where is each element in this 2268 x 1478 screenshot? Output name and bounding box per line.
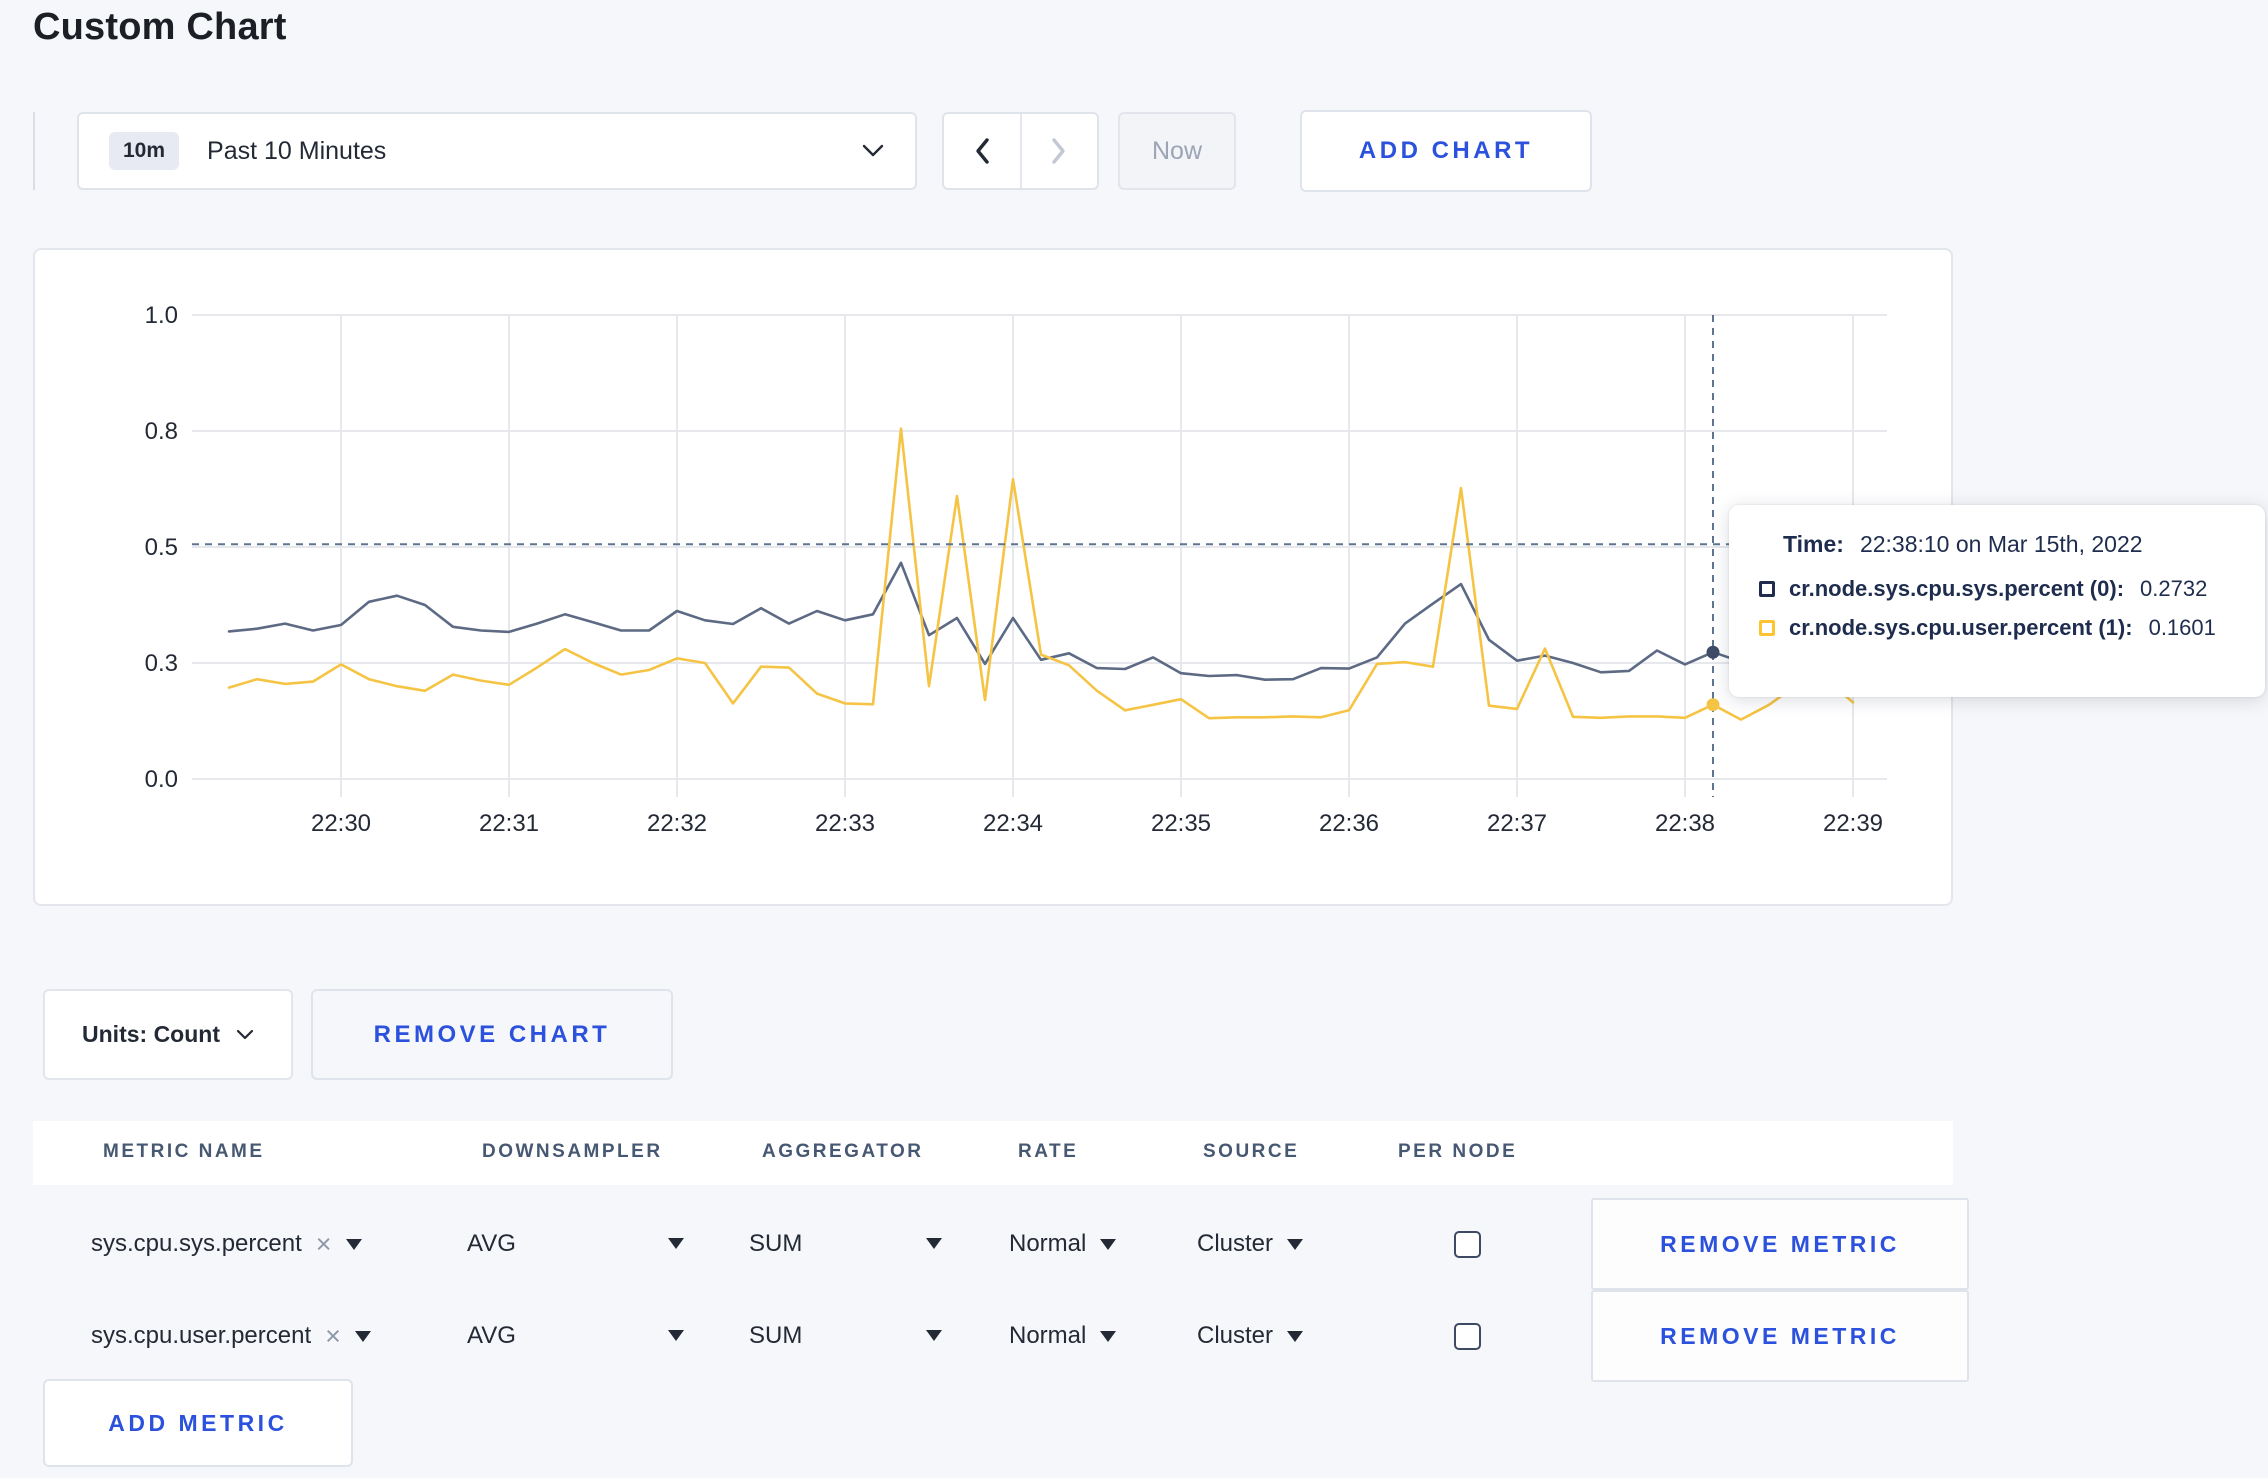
x-axis-tick-label: 22:32 xyxy=(647,810,707,837)
tooltip-series-row: cr.node.sys.cpu.user.percent (1): 0.1601 xyxy=(1759,615,2235,641)
rate-value: Normal xyxy=(1009,1230,1087,1257)
metric-row: sys.cpu.sys.percent × AVG SUM Normal Cluster R… xyxy=(33,1198,1969,1290)
tooltip-series-value: 0.2732 xyxy=(2140,576,2208,601)
tooltip-series-name: cr.node.sys.cpu.user.percent (1): xyxy=(1789,615,2133,640)
column-header-source: SOURCE xyxy=(1203,1141,1300,1162)
toolbar-divider xyxy=(33,112,35,190)
series-swatch-icon xyxy=(1759,581,1775,597)
y-axis-tick-label: 0.3 xyxy=(145,650,178,677)
downsampler-select[interactable]: AVG xyxy=(467,1198,516,1290)
next-timespan-button[interactable] xyxy=(1022,114,1098,188)
metric-row: sys.cpu.user.percent × AVG SUM Normal Cluster… xyxy=(33,1290,1969,1382)
downsampler-value: AVG xyxy=(467,1230,516,1257)
hover-point-marker xyxy=(1706,698,1720,712)
y-axis-tick-label: 0.5 xyxy=(145,534,178,561)
dropdown-arrow-icon[interactable] xyxy=(926,1330,942,1341)
remove-metric-button[interactable]: REMOVE METRIC xyxy=(1591,1198,1969,1290)
tooltip-time-row: Time: 22:38:10 on Mar 15th, 2022 xyxy=(1783,531,2235,558)
aggregator-value: SUM xyxy=(749,1230,803,1257)
dropdown-arrow-icon[interactable] xyxy=(1100,1238,1117,1250)
remove-chart-button[interactable]: REMOVE CHART xyxy=(311,989,673,1080)
chart-tooltip: Time: 22:38:10 on Mar 15th, 2022 cr.node… xyxy=(1729,505,2265,697)
rate-value: Normal xyxy=(1009,1322,1087,1349)
dropdown-arrow-icon[interactable] xyxy=(354,1330,371,1342)
chevron-down-icon xyxy=(862,144,884,157)
column-header-metric-name: METRIC NAME xyxy=(103,1141,265,1162)
x-axis-tick-label: 22:34 xyxy=(983,810,1043,837)
series-swatch-icon xyxy=(1759,620,1775,636)
source-value: Cluster xyxy=(1197,1322,1274,1349)
aggregator-value: SUM xyxy=(749,1322,803,1349)
x-axis-tick-label: 22:35 xyxy=(1151,810,1211,837)
add-metric-button[interactable]: ADD METRIC xyxy=(43,1379,353,1467)
tooltip-time-label: Time: xyxy=(1783,531,1844,557)
tooltip-series-value: 0.1601 xyxy=(2148,615,2216,640)
metric-name-select[interactable]: sys.cpu.sys.percent × xyxy=(91,1198,362,1290)
clear-metric-icon[interactable]: × xyxy=(316,1229,332,1260)
tooltip-series-name: cr.node.sys.cpu.sys.percent (0): xyxy=(1789,576,2125,601)
metric-name-value: sys.cpu.user.percent xyxy=(91,1322,312,1349)
time-pager xyxy=(942,112,1099,190)
rate-select[interactable]: Normal xyxy=(1009,1290,1117,1382)
chevron-down-icon xyxy=(236,1029,254,1040)
rate-select[interactable]: Normal xyxy=(1009,1198,1117,1290)
x-axis-tick-label: 22:36 xyxy=(1319,810,1379,837)
hover-point-marker xyxy=(1706,645,1720,659)
aggregator-select[interactable]: SUM xyxy=(749,1198,802,1290)
per-node-checkbox[interactable] xyxy=(1454,1231,1481,1258)
aggregator-select[interactable]: SUM xyxy=(749,1290,802,1382)
source-select[interactable]: Cluster xyxy=(1197,1290,1304,1382)
downsampler-select[interactable]: AVG xyxy=(467,1290,516,1382)
source-select[interactable]: Cluster xyxy=(1197,1198,1304,1290)
dropdown-arrow-icon[interactable] xyxy=(926,1238,942,1249)
series-line-cr.node.sys.cpu.user.percent xyxy=(227,427,1855,721)
chevron-right-icon xyxy=(1052,138,1065,164)
x-axis-tick-label: 22:30 xyxy=(311,810,371,837)
y-axis-tick-label: 0.8 xyxy=(145,418,178,445)
tooltip-time-value: 22:38:10 on Mar 15th, 2022 xyxy=(1859,531,2143,557)
column-header-aggregator: AGGREGATOR xyxy=(762,1141,924,1162)
dropdown-arrow-icon[interactable] xyxy=(668,1238,684,1249)
x-axis-tick-label: 22:37 xyxy=(1487,810,1547,837)
downsampler-value: AVG xyxy=(467,1322,516,1349)
previous-timespan-button[interactable] xyxy=(944,114,1022,188)
x-axis-tick-label: 22:38 xyxy=(1655,810,1715,837)
remove-metric-button[interactable]: REMOVE METRIC xyxy=(1591,1290,1969,1382)
timeseries-chart[interactable]: 0.0 0.3 0.5 0.8 1.0 22:30 22:31 22:32 22:33 22:34… xyxy=(35,250,1951,904)
time-range-badge: 10m xyxy=(109,132,180,170)
chart-card: 0.0 0.3 0.5 0.8 1.0 22:30 22:31 22:32 22:33 22:34… xyxy=(33,248,2265,906)
time-range-label: Past 10 Minutes xyxy=(207,136,387,165)
tooltip-series-row: cr.node.sys.cpu.sys.percent (0): 0.2732 xyxy=(1759,576,2235,602)
column-header-per-node: PER NODE xyxy=(1398,1141,1518,1162)
column-header-rate: RATE xyxy=(1018,1141,1079,1162)
custom-chart-page: { "page": { "title": "Custom Chart" }, "… xyxy=(0,0,2268,1478)
chevron-left-icon xyxy=(976,138,989,164)
tooltip-series-list: cr.node.sys.cpu.sys.percent (0): 0.2732 cr… xyxy=(1759,576,2235,641)
units-select-label: Units: Count xyxy=(82,1021,220,1047)
per-node-checkbox[interactable] xyxy=(1454,1323,1481,1350)
y-axis-tick-label: 1.0 xyxy=(145,302,178,329)
x-axis-tick-label: 22:31 xyxy=(479,810,539,837)
dropdown-arrow-icon[interactable] xyxy=(1100,1330,1117,1342)
dropdown-arrow-icon[interactable] xyxy=(668,1330,684,1341)
metric-name-value: sys.cpu.sys.percent xyxy=(91,1230,302,1257)
add-chart-button[interactable]: ADD CHART xyxy=(1300,110,1592,192)
now-button[interactable]: Now xyxy=(1118,112,1236,190)
metrics-table-header: METRIC NAME DOWNSAMPLER AGGREGATOR RATE SOUR… xyxy=(33,1121,1953,1185)
source-value: Cluster xyxy=(1197,1230,1274,1257)
x-axis-tick-label: 22:33 xyxy=(815,810,875,837)
time-range-select[interactable]: 10m Past 10 Minutes xyxy=(77,112,917,190)
dropdown-arrow-icon[interactable] xyxy=(1287,1330,1304,1342)
clear-metric-icon[interactable]: × xyxy=(325,1321,341,1352)
units-select[interactable]: Units: Count xyxy=(43,989,293,1080)
y-axis-tick-label: 0.0 xyxy=(145,766,178,793)
x-axis-tick-label: 22:39 xyxy=(1823,810,1883,837)
dropdown-arrow-icon[interactable] xyxy=(1287,1238,1304,1250)
page-title: Custom Chart xyxy=(33,6,287,48)
metric-name-select[interactable]: sys.cpu.user.percent × xyxy=(91,1290,371,1382)
dropdown-arrow-icon[interactable] xyxy=(345,1238,362,1250)
column-header-downsampler: DOWNSAMPLER xyxy=(482,1141,663,1162)
